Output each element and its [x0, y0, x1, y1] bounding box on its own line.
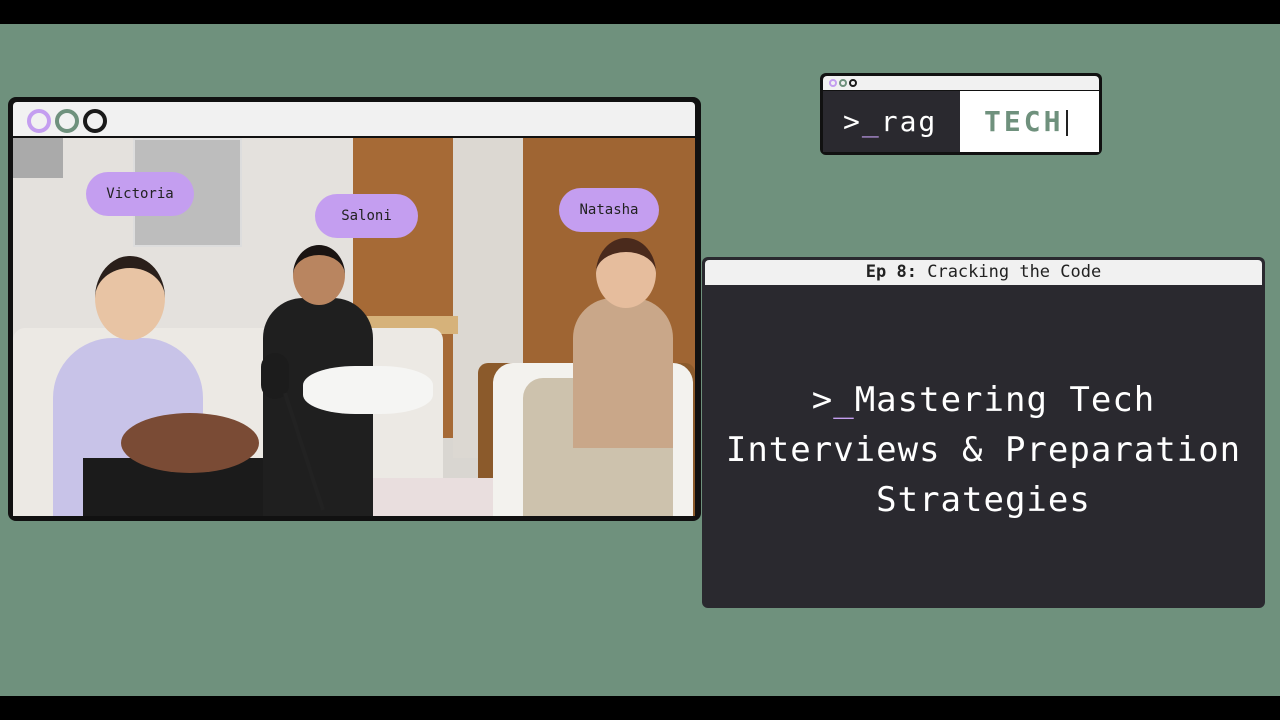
logo-dot-purple-icon: [829, 79, 837, 87]
logo-dot-green-icon: [839, 79, 847, 87]
ragtech-logo: >_rag TECH: [820, 73, 1102, 155]
white-pillow: [303, 366, 433, 414]
wall-map-small: [13, 138, 63, 178]
person-natasha: [573, 298, 673, 448]
video-window-titlebar: [13, 102, 695, 136]
title-line-1: Mastering Tech: [854, 380, 1156, 420]
text-cursor-icon: [1066, 110, 1069, 136]
logo-tech: TECH: [984, 105, 1064, 138]
speaker-tag-natasha: Natasha: [559, 188, 659, 232]
episode-subtitle: Cracking the Code: [927, 262, 1102, 282]
person-saloni-head: [293, 245, 345, 305]
logo-tech-text: TECH: [960, 91, 1099, 152]
title-line-3: Strategies: [876, 480, 1091, 520]
logo-dot-black-icon: [849, 79, 857, 87]
person-victoria-head: [95, 256, 165, 340]
logo-underscore: _: [861, 105, 881, 138]
logo-titlebar: [823, 76, 1099, 90]
speaker-tag-saloni: Saloni: [315, 194, 418, 238]
episode-panel: Ep 8: Cracking the Code >_Mastering Tech…: [702, 257, 1265, 608]
title-prompt: >: [811, 380, 834, 420]
window-dot-purple-icon: [27, 109, 51, 133]
title-underscore: _: [833, 380, 855, 420]
brown-pillow: [121, 413, 259, 473]
logo-prompt: >: [843, 105, 862, 138]
title-line-2: Interviews & Preparation: [725, 430, 1242, 470]
logo-rag: rag: [880, 105, 938, 138]
video-window: [8, 97, 701, 521]
person-natasha-head: [596, 238, 656, 308]
window-dot-green-icon: [55, 109, 79, 133]
episode-header: Ep 8: Cracking the Code: [705, 260, 1262, 285]
episode-title: >_Mastering Tech Interviews & Preparatio…: [702, 375, 1265, 525]
blanket: [373, 478, 493, 516]
speaker-tag-victoria: Victoria: [86, 172, 194, 216]
window-dot-black-icon: [83, 109, 107, 133]
logo-rag-text: >_rag: [823, 91, 960, 152]
episode-number: Ep 8:: [865, 262, 917, 282]
